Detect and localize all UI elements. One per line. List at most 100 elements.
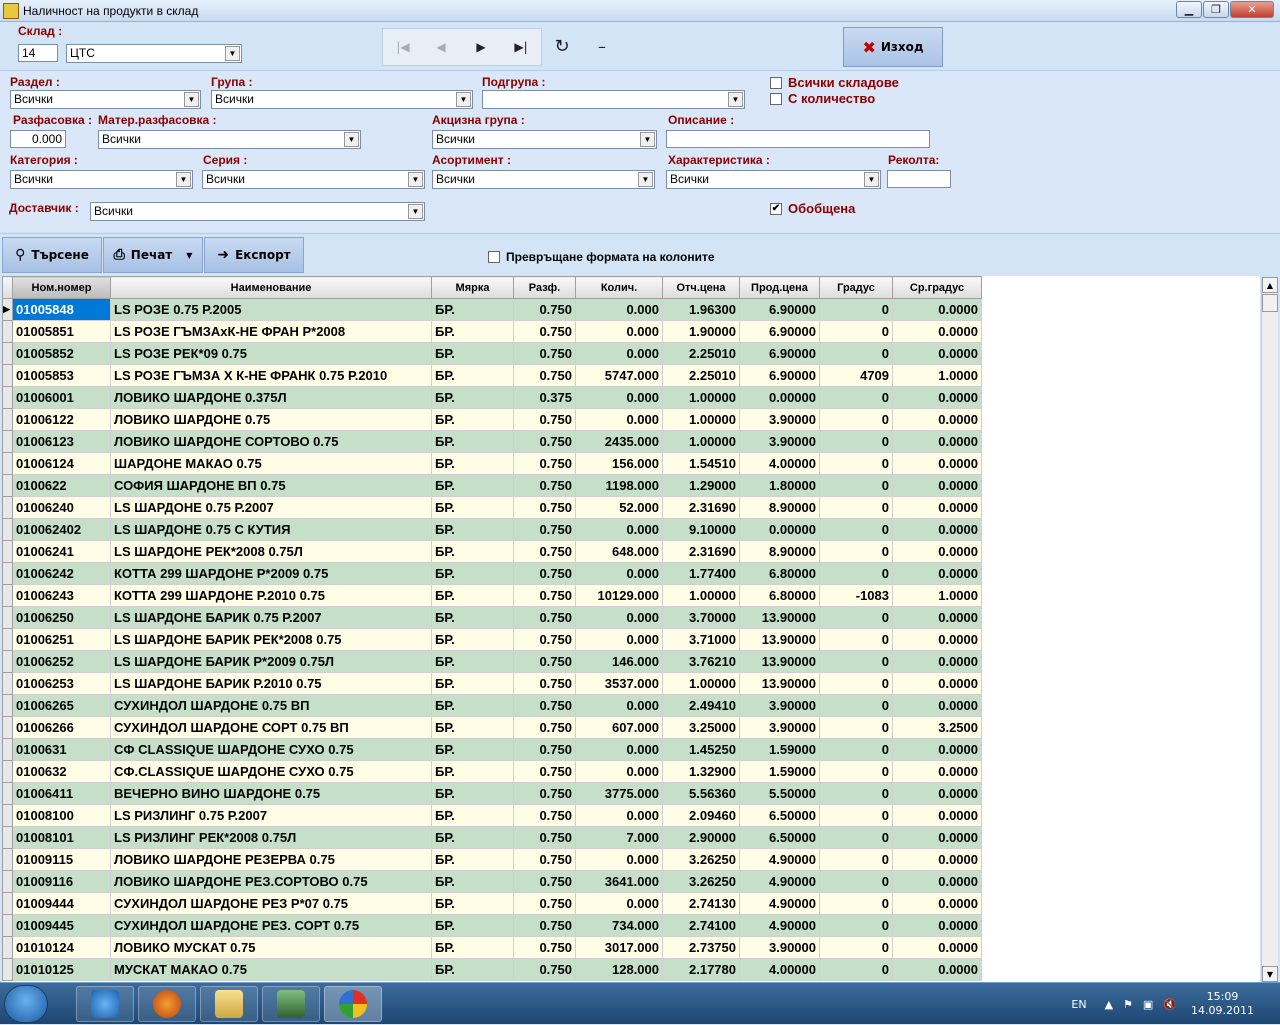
supplier-select[interactable]: Всички ▼ (90, 202, 425, 221)
table-cell[interactable]: 0.0000 (892, 782, 982, 805)
table-cell[interactable]: 0.750 (513, 958, 576, 981)
row-indicator[interactable] (2, 782, 13, 805)
table-cell[interactable]: БР. (431, 628, 514, 651)
table-cell[interactable]: БР. (431, 606, 514, 629)
mat-packaging-select[interactable]: Всички ▼ (98, 130, 361, 149)
table-cell[interactable]: 146.000 (575, 650, 663, 673)
table-row[interactable]: 01006124 ШАРДОНЕ МАКАО 0.75 БР. 0.750 156.00… (2, 452, 982, 475)
table-cell[interactable]: 0 (819, 474, 893, 497)
table-row[interactable]: 01010125 МУСКАТ МАКАО 0.75 БР. 0.750 128.000… (2, 958, 982, 981)
table-cell[interactable]: СУХИНДОЛ ШАРДОНЕ РЕЗ Р*07 0.75 (110, 892, 432, 915)
table-cell[interactable]: 3.25000 (662, 716, 740, 739)
cancel-icon[interactable]: – (590, 34, 614, 58)
table-cell[interactable]: 01006252 (12, 650, 111, 673)
table-cell[interactable]: 0 (819, 738, 893, 761)
row-indicator[interactable] (2, 496, 13, 519)
table-cell[interactable]: 01009445 (12, 914, 111, 937)
row-indicator[interactable] (2, 628, 13, 651)
row-indicator[interactable] (2, 826, 13, 849)
table-cell[interactable]: 0.750 (513, 672, 576, 695)
table-cell[interactable]: СФ.CLASSIQUE ШАРДОНЕ СУХО 0.75 (110, 760, 432, 783)
table-cell[interactable]: 4.00000 (739, 452, 820, 475)
table-cell[interactable]: 0.0000 (892, 562, 982, 585)
table-cell[interactable]: БР. (431, 452, 514, 475)
table-cell[interactable]: 0.750 (513, 430, 576, 453)
exit-button[interactable]: ✖ Изход (843, 27, 943, 67)
table-cell[interactable]: 2.73750 (662, 936, 740, 959)
chevron-down-icon[interactable]: ▼ (638, 172, 653, 187)
table-cell[interactable]: 5747.000 (575, 364, 663, 387)
table-cell[interactable]: 01006243 (12, 584, 111, 607)
table-cell[interactable]: 0 (819, 958, 893, 981)
table-cell[interactable]: 1.00000 (662, 408, 740, 431)
table-cell[interactable]: ЛОВИКО ШАРДОНЕ 0.375Л (110, 386, 432, 409)
table-cell[interactable]: 0 (819, 694, 893, 717)
column-header[interactable]: Наименование (110, 276, 432, 299)
table-cell[interactable]: БР. (431, 738, 514, 761)
table-row[interactable]: 01008100 LS РИЗЛИНГ 0.75 Р.2007 БР. 0.750 0.… (2, 804, 982, 827)
refresh-icon[interactable]: ↻ (550, 34, 574, 58)
row-indicator[interactable] (2, 606, 13, 629)
table-row[interactable]: 01006240 LS ШАРДОНЕ 0.75 Р.2007 БР. 0.750 52… (2, 496, 982, 519)
table-cell[interactable]: 0.0000 (892, 320, 982, 343)
table-cell[interactable]: 0.000 (575, 408, 663, 431)
table-cell[interactable]: 3537.000 (575, 672, 663, 695)
table-row[interactable]: 010062402 LS ШАРДОНЕ 0.75 С КУТИЯ БР. 0.750… (2, 518, 982, 541)
row-indicator[interactable] (2, 914, 13, 937)
table-row[interactable]: 01006411 ВЕЧЕРНО ВИНО ШАРДОНЕ 0.75 БР. 0.75… (2, 782, 982, 805)
table-cell[interactable]: 01009115 (12, 848, 111, 871)
table-cell[interactable]: 0.00000 (739, 518, 820, 541)
table-cell[interactable]: 1.0000 (892, 584, 982, 607)
table-cell[interactable]: 0.000 (575, 518, 663, 541)
chevron-down-icon[interactable]: ▼ (408, 172, 423, 187)
table-cell[interactable]: 8.90000 (739, 496, 820, 519)
table-cell[interactable]: 9.10000 (662, 518, 740, 541)
column-header[interactable]: Прод.цена (739, 276, 820, 299)
table-row[interactable]: 01009115 ЛОВИКО ШАРДОНЕ РЕЗЕРВА 0.75 БР. 0.… (2, 848, 982, 871)
row-indicator[interactable] (2, 804, 13, 827)
table-cell[interactable]: 1.32900 (662, 760, 740, 783)
table-row[interactable]: 01006122 ЛОВИКО ШАРДОНЕ 0.75 БР. 0.750 0.000… (2, 408, 982, 431)
table-cell[interactable]: 01006265 (12, 694, 111, 717)
table-row[interactable]: 01006253 LS ШАРДОНЕ БАРИК Р.2010 0.75 БР. 0… (2, 672, 982, 695)
table-cell[interactable]: 5.56360 (662, 782, 740, 805)
table-cell[interactable]: 0.0000 (892, 958, 982, 981)
convert-columns-checkbox[interactable]: Превръщане формата на колоните (488, 250, 715, 264)
table-cell[interactable]: 4709 (819, 364, 893, 387)
search-button[interactable]: ⚲ Търсене (2, 237, 102, 273)
row-indicator[interactable] (2, 650, 13, 673)
table-cell[interactable]: 01008101 (12, 826, 111, 849)
table-cell[interactable]: БР. (431, 650, 514, 673)
row-indicator[interactable]: ▶ (2, 298, 13, 321)
tray-arrow-icon[interactable]: ▲ (1105, 998, 1113, 1011)
table-cell[interactable]: БР. (431, 716, 514, 739)
table-cell[interactable]: БР. (431, 430, 514, 453)
taskbar-firefox[interactable] (138, 986, 196, 1022)
table-cell[interactable]: БР. (431, 320, 514, 343)
table-cell[interactable]: 3.2500 (892, 716, 982, 739)
table-cell[interactable]: СУХИНДОЛ ШАРДОНЕ СОРТ 0.75 ВП (110, 716, 432, 739)
table-cell[interactable]: 01005851 (12, 320, 111, 343)
table-row[interactable]: 01006241 LS ШАРДОНЕ РЕК*2008 0.75Л БР. 0.75… (2, 540, 982, 563)
table-cell[interactable]: БР. (431, 540, 514, 563)
volume-icon[interactable]: 🔇 (1163, 998, 1177, 1011)
table-cell[interactable]: БР. (431, 386, 514, 409)
table-cell[interactable]: 0.0000 (892, 826, 982, 849)
table-cell[interactable]: 0.750 (513, 342, 576, 365)
table-cell[interactable]: 01010124 (12, 936, 111, 959)
table-cell[interactable]: 13.90000 (739, 606, 820, 629)
column-header[interactable]: Ном.номер (12, 276, 111, 299)
table-cell[interactable]: 0 (819, 386, 893, 409)
taskbar-explorer[interactable] (200, 986, 258, 1022)
table-cell[interactable]: ЛОВИКО ШАРДОНЕ СОРТОВО 0.75 (110, 430, 432, 453)
table-cell[interactable]: 0.000 (575, 760, 663, 783)
table-cell[interactable]: 0.750 (513, 650, 576, 673)
table-row[interactable]: 01005853 LS РОЗЕ ГЪМЗА Х К-НЕ ФРАНК 0.75 … (2, 364, 982, 387)
row-indicator[interactable] (2, 408, 13, 431)
table-cell[interactable]: 1.59000 (739, 760, 820, 783)
row-indicator[interactable] (2, 518, 13, 541)
clock[interactable]: 15:09 14.09.2011 (1191, 990, 1254, 1018)
table-cell[interactable]: 2.49410 (662, 694, 740, 717)
row-indicator[interactable] (2, 892, 13, 915)
first-record-icon[interactable]: |◀ (391, 35, 415, 59)
